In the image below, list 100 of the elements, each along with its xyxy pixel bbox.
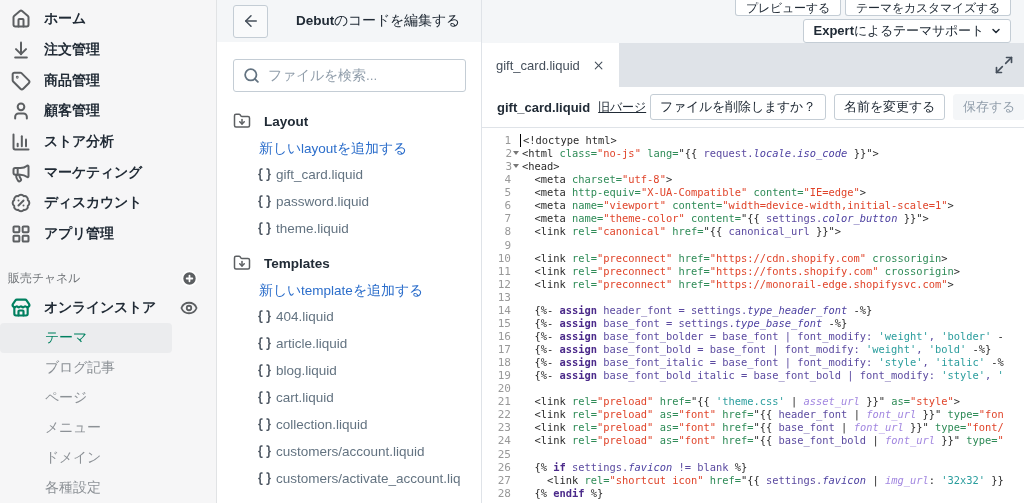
support-dropdown[interactable]: Expertによるテーマサポート — [802, 19, 1011, 43]
code-file-icon — [257, 336, 272, 351]
nav-subitem[interactable]: メニュー — [0, 413, 172, 444]
line-number: 19 — [496, 369, 512, 383]
code-line: <link rel="preconnect" href="https://monorail-edge.shopifysvc.com"> — [533, 277, 954, 291]
code-line: <link rel="preload" as="font" href="{{ header_font | font_url }}" type="fon — [533, 408, 1004, 422]
line-number: 26 — [496, 460, 512, 474]
grid-plus-icon — [11, 223, 31, 244]
line-number: 8 — [503, 225, 512, 239]
folder-icon — [233, 112, 251, 130]
file-item[interactable]: cart.liquid — [217, 384, 481, 411]
code-line: <meta name="viewport" content="width=device-width,initial-scale=1"> — [533, 199, 954, 213]
file-name: gift_card.liquid — [497, 99, 591, 115]
line-number: 25 — [496, 447, 512, 461]
search-icon — [243, 67, 260, 84]
download-tray-icon — [11, 40, 31, 60]
line-number: 3 — [484, 160, 520, 174]
code-file-icon — [257, 221, 272, 236]
code-file-icon — [257, 444, 272, 459]
nav-item[interactable]: 商品管理 — [0, 65, 216, 96]
bar-chart-icon — [11, 131, 31, 152]
nav-subitem[interactable]: ドメイン — [0, 443, 172, 474]
code-line: <link rel="preload" as="font" href="{{ base_font_bold | font_url }}" type=" — [533, 434, 1004, 448]
add-file-link[interactable]: 新しいlayoutを追加する — [217, 136, 481, 161]
code-line: {% endif %} — [533, 486, 604, 500]
percent-badge-icon — [11, 193, 31, 214]
line-number: 21 — [496, 395, 512, 409]
line-number: 1 — [503, 134, 512, 148]
line-number: 14 — [496, 303, 512, 317]
line-number: 20 — [496, 382, 512, 396]
code-line: {%- assign base_font_bolder = base_font | font_modify: 'weight', 'bolder' - — [533, 329, 1004, 343]
nav-item[interactable]: アプリ管理 — [0, 218, 216, 250]
toolbar-button[interactable]: 名前を変更する — [834, 94, 946, 120]
code-line: <meta name="theme-color" content="{{ settings.color_button }}"> — [533, 212, 929, 226]
nav-item[interactable]: 注文管理 — [0, 34, 216, 66]
home-icon — [11, 9, 31, 30]
search-field[interactable]: ファイルを検索... — [233, 59, 466, 92]
line-number: 6 — [503, 199, 512, 213]
folder-name[interactable]: Templates — [264, 255, 330, 271]
add-circle-icon[interactable] — [181, 269, 198, 287]
line-number: 23 — [496, 421, 512, 435]
code-line: <head> — [521, 160, 560, 174]
line-number: 12 — [496, 277, 512, 291]
old-versions-link[interactable]: 旧バージ — [598, 98, 647, 116]
code-file-icon — [257, 309, 272, 324]
nav-subitem[interactable]: 各種設定 — [0, 473, 172, 503]
file-item[interactable]: password.liquid — [217, 188, 481, 215]
section-heading: 販売チャネル — [8, 270, 80, 286]
nav-item[interactable]: オンラインストア — [8, 292, 156, 324]
back-button[interactable] — [233, 4, 268, 38]
line-number: 10 — [496, 251, 512, 265]
nav-subitem[interactable]: ページ — [0, 383, 172, 414]
code-line: <link rel="preconnect" href="https://fonts.shopify.com" crossorigin> — [533, 264, 960, 278]
line-number: 4 — [503, 173, 512, 187]
nav-subitem[interactable]: ブログ記事 — [0, 353, 172, 384]
nav-item[interactable]: マーケティング — [0, 157, 216, 188]
line-number: 2 — [484, 147, 520, 161]
file-item[interactable]: 404.liquid — [217, 303, 481, 330]
code-file-icon — [257, 194, 272, 209]
nav-item[interactable]: ストア分析 — [0, 126, 216, 158]
line-number: 13 — [496, 290, 512, 304]
toolbar-button[interactable]: ファイルを削除しますか？ — [650, 94, 827, 120]
person-icon — [11, 101, 31, 122]
nav-item[interactable]: 顧客管理 — [0, 95, 216, 127]
megaphone-icon — [11, 162, 31, 183]
file-item[interactable]: customers/activate_account.liq — [217, 465, 481, 492]
file-item[interactable]: blog.liquid — [217, 357, 481, 384]
line-number: 24 — [496, 434, 512, 448]
code-line: <meta charset="utf-8"> — [533, 173, 673, 187]
header-button[interactable]: プレビューする — [735, 0, 841, 16]
code-line: {%- assign base_font_italic = base_font | font_modify: 'style', 'italic' -% — [533, 356, 1004, 370]
code-line: <html class="no-js" lang="{{ request.locale.iso_code }}"> — [521, 147, 879, 161]
line-number: 16 — [496, 329, 512, 343]
nav-subitem[interactable]: テーマ — [0, 323, 172, 354]
code-file-icon — [257, 363, 272, 378]
code-line: <link rel="preload" href="{{ 'theme.css' | asset_url }}" as="style"> — [533, 395, 960, 409]
store-icon — [11, 298, 31, 319]
editor-tab[interactable]: gift_card.liquid — [482, 43, 619, 87]
code-line: <link rel="preconnect" href="https://cdn.shopify.com" crossorigin> — [533, 251, 948, 265]
file-item[interactable]: collection.liquid — [217, 411, 481, 438]
line-number: 22 — [496, 408, 512, 422]
file-item[interactable]: article.liquid — [217, 330, 481, 357]
folder-name[interactable]: Layout — [264, 113, 309, 129]
header-button[interactable]: テーマをカスタマイズする — [845, 0, 1011, 16]
add-file-link[interactable]: 新しいtemplateを追加する — [217, 278, 481, 303]
code-file-icon — [257, 417, 272, 432]
file-item[interactable]: gift_card.liquid — [217, 161, 481, 188]
page-title: Debutのコードを編集する — [296, 12, 461, 30]
line-number: 5 — [503, 186, 512, 200]
file-item[interactable]: theme.liquid — [217, 215, 481, 242]
line-number: 28 — [496, 486, 512, 500]
code-line: <meta http-equiv="X-UA-Compatible" content="IE=edge"> — [533, 186, 867, 200]
code-line: <link rel="shortcut icon" href="{{ settings.favicon | img_url: '32x32' }} — [546, 473, 1004, 487]
file-item[interactable]: customers/account.liquid — [217, 438, 481, 465]
nav-item[interactable]: ディスカウント — [0, 187, 216, 219]
code-file-icon — [257, 390, 272, 405]
line-number: 15 — [496, 316, 512, 330]
nav-item[interactable]: ホーム — [0, 4, 216, 35]
code-line: <!doctype html> — [520, 134, 617, 148]
line-number: 7 — [503, 212, 512, 226]
